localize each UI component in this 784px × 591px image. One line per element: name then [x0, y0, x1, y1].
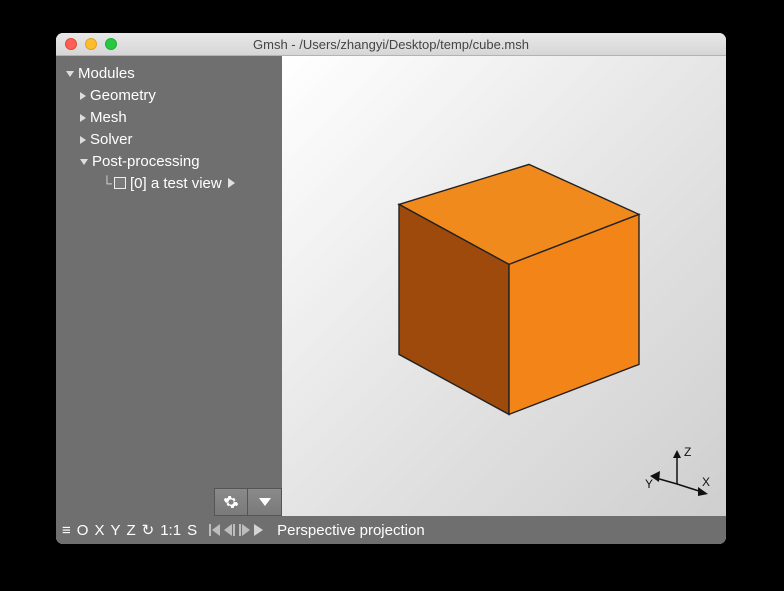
rotate-icon[interactable]: ↻ [142, 521, 155, 539]
chevron-right-icon[interactable] [228, 178, 235, 188]
view-x-button[interactable]: X [94, 522, 104, 539]
view-z-button[interactable]: Z [126, 522, 135, 539]
content-area: Modules Geometry Mesh Solver Post-proces… [56, 56, 726, 516]
tree-item-geometry[interactable]: Geometry [66, 84, 282, 106]
tree-branch-icon: └ [100, 175, 114, 191]
close-icon[interactable] [65, 38, 77, 50]
dropdown-button[interactable] [248, 488, 282, 516]
sidebar: Modules Geometry Mesh Solver Post-proces… [56, 56, 282, 516]
tree-item-solver[interactable]: Solver [66, 128, 282, 150]
gear-icon [223, 494, 239, 510]
traffic-lights [56, 38, 117, 50]
viewport-3d[interactable]: Z X Y [282, 56, 726, 516]
tree-item-postprocessing[interactable]: Post-processing [66, 150, 282, 172]
expand-icon [80, 87, 90, 104]
playback-controls [209, 524, 263, 536]
expand-icon [80, 131, 90, 148]
tree-label: Mesh [90, 109, 127, 126]
play-button[interactable] [254, 524, 263, 536]
scale-button[interactable]: 1:1 [160, 522, 181, 539]
tree-item-mesh[interactable]: Mesh [66, 106, 282, 128]
zoom-icon[interactable] [105, 38, 117, 50]
titlebar: Gmsh - /Users/zhangyi/Desktop/temp/cube.… [56, 33, 726, 56]
menu-button[interactable]: ≡ [62, 522, 71, 539]
axis-y-label: Y [645, 477, 653, 491]
s-button[interactable]: S [187, 522, 197, 539]
axis-z-label: Z [684, 445, 691, 459]
view-y-button[interactable]: Y [110, 522, 120, 539]
tree-root-modules[interactable]: Modules [66, 62, 282, 84]
tree-label: Post-processing [92, 153, 200, 170]
expand-icon [66, 65, 78, 82]
window-title: Gmsh - /Users/zhangyi/Desktop/temp/cube.… [56, 37, 726, 52]
expand-icon [80, 153, 92, 170]
options-button[interactable] [214, 488, 248, 516]
axis-x-label: X [702, 475, 710, 489]
view-checkbox[interactable] [114, 177, 126, 189]
chevron-down-icon [259, 498, 271, 506]
status-bar: ≡ O X Y Z ↻ 1:1 S Perspective projectio [56, 516, 726, 544]
tree-label: Solver [90, 131, 133, 148]
skip-back-button[interactable] [209, 524, 220, 536]
sidebar-footer [214, 488, 282, 516]
view-o-button[interactable]: O [77, 522, 89, 539]
tree-item-view-0[interactable]: └ [0] a test view [66, 172, 282, 194]
tree-label: Geometry [90, 87, 156, 104]
step-back-button[interactable] [224, 524, 235, 536]
module-tree: Modules Geometry Mesh Solver Post-proces… [56, 56, 282, 194]
status-left-group: ≡ O X Y Z ↻ 1:1 S [62, 521, 263, 539]
axis-gizmo: Z X Y [642, 444, 712, 504]
tree-label: Modules [78, 65, 135, 82]
minimize-icon[interactable] [85, 38, 97, 50]
cube-render [339, 114, 669, 444]
expand-icon [80, 109, 90, 126]
step-fwd-button[interactable] [239, 524, 250, 536]
projection-mode-label[interactable]: Perspective projection [277, 522, 425, 539]
tree-label: [0] a test view [130, 175, 222, 192]
app-window: Gmsh - /Users/zhangyi/Desktop/temp/cube.… [56, 33, 726, 544]
